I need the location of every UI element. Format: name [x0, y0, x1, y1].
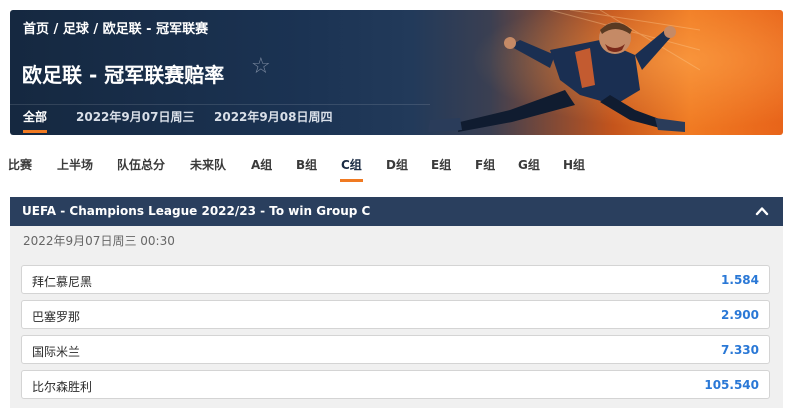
market-title: UEFA - Champions League 2022/23 - To win…: [22, 204, 371, 218]
tab-group-c[interactable]: C组: [340, 156, 363, 182]
football-player-image: [428, 10, 700, 132]
selection-price[interactable]: 1.584: [721, 273, 759, 287]
selection-name: 巴塞罗那: [32, 310, 81, 324]
selection-row[interactable]: 拜仁慕尼黑 1.584: [21, 265, 770, 294]
tab-group-b[interactable]: B组: [296, 156, 317, 173]
chevron-up-icon[interactable]: [755, 204, 769, 218]
breadcrumb-separator: /: [49, 22, 63, 37]
market-header[interactable]: UEFA - Champions League 2022/23 - To win…: [10, 197, 783, 226]
tab-first-half[interactable]: 上半场: [57, 156, 93, 173]
tab-team-totals[interactable]: 队伍总分: [117, 156, 165, 173]
breadcrumb-sport[interactable]: 足球: [63, 22, 89, 37]
market-category-tabs: 比赛 上半场 队伍总分 未来队 A组 B组 C组 D组 E组 F组 G组 H组: [0, 150, 791, 182]
selection-name: 国际米兰: [32, 345, 81, 359]
tab-group-d[interactable]: D组: [386, 156, 408, 173]
selection-name: 拜仁慕尼黑: [32, 275, 93, 289]
tab-date-sep07[interactable]: 2022年9月07日周三: [76, 104, 194, 135]
selection-name: 比尔森胜利: [32, 380, 93, 394]
tab-group-e[interactable]: E组: [431, 156, 451, 173]
breadcrumb: 首页 / 足球 / 欧足联 - 冠军联赛: [23, 18, 208, 37]
selection-price[interactable]: 7.330: [721, 343, 759, 357]
selection-price[interactable]: 2.900: [721, 308, 759, 322]
selection-price[interactable]: 105.540: [704, 378, 759, 392]
tab-date-sep08[interactable]: 2022年9月08日周四: [214, 104, 332, 135]
event-datetime: 2022年9月07日周三 00:30: [23, 234, 175, 248]
tab-all[interactable]: 全部: [23, 104, 48, 135]
selection-row[interactable]: 国际米兰 7.330: [21, 335, 770, 364]
star-icon[interactable]: ☆: [251, 56, 271, 78]
breadcrumb-separator: /: [88, 22, 103, 37]
page-title: 欧足联 - 冠军联赛赔率: [22, 63, 225, 87]
date-tabs: 全部 2022年9月07日周三 2022年9月08日周四: [10, 104, 430, 135]
tab-matches[interactable]: 比赛: [8, 156, 32, 173]
selection-row[interactable]: 比尔森胜利 105.540: [21, 370, 770, 399]
tab-group-a[interactable]: A组: [251, 156, 272, 173]
tab-future-team[interactable]: 未来队: [190, 156, 226, 173]
selection-row[interactable]: 巴塞罗那 2.900: [21, 300, 770, 329]
tab-group-g[interactable]: G组: [518, 156, 540, 173]
breadcrumb-league[interactable]: 欧足联 - 冠军联赛: [103, 22, 208, 37]
tab-group-h[interactable]: H组: [563, 156, 585, 173]
hero-banner: 首页 / 足球 / 欧足联 - 冠军联赛 欧足联 - 冠军联赛赔率 ☆ 全部 2…: [10, 10, 783, 135]
tab-group-f[interactable]: F组: [475, 156, 495, 173]
breadcrumb-home[interactable]: 首页: [23, 22, 49, 37]
